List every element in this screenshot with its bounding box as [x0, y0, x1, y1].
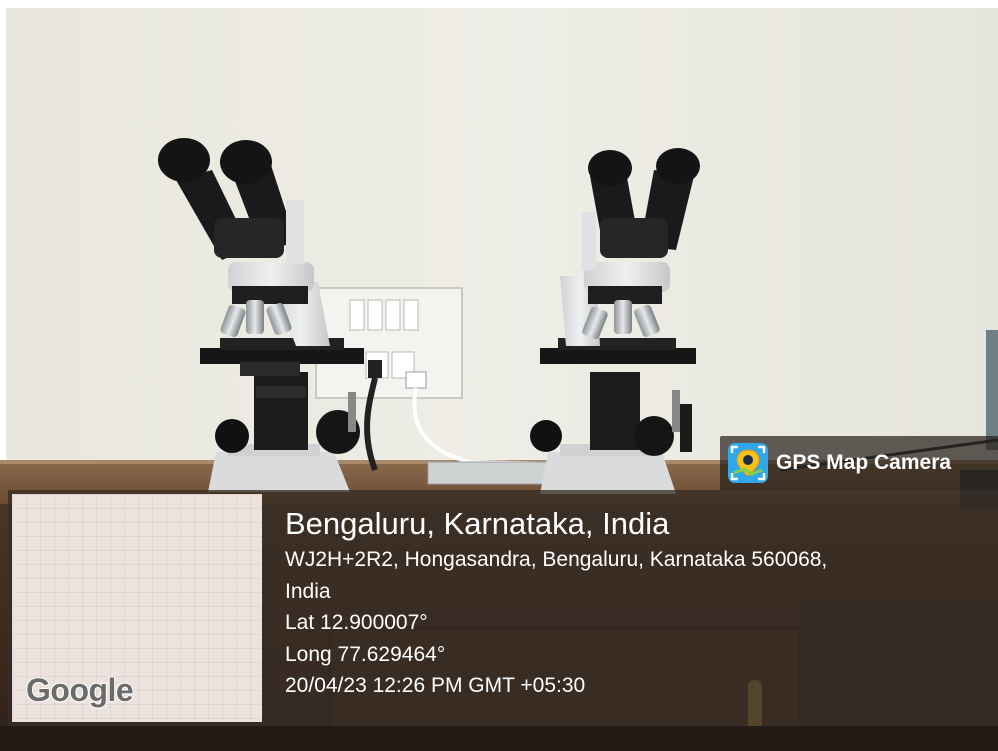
bottom-cabinet-strip [0, 726, 998, 751]
gps-map-camera-label: GPS Map Camera [776, 451, 952, 474]
gps-map-camera-badge: GPS Map Camera [720, 436, 998, 490]
location-title: Bengaluru, Karnataka, India [285, 506, 670, 541]
geotag-details: Bengaluru, Karnataka, India WJ2H+2R2, Ho… [285, 504, 827, 702]
address-line-2: India [285, 579, 331, 603]
latitude: Lat 12.900007° [285, 611, 428, 634]
geotag-panel: Google Bengaluru, Karnataka, India WJ2H+… [8, 490, 998, 726]
map-thumbnail: Google [12, 494, 262, 722]
datetime: 20/04/23 12:26 PM GMT +05:30 [285, 674, 586, 697]
longitude: Long 77.629464° [285, 642, 446, 666]
map-pin-camera-icon [728, 443, 768, 483]
google-logo: Google [25, 671, 135, 709]
address-line-1: WJ2H+2R2, Hongasandra, Bengaluru, Karnat… [285, 548, 828, 571]
photo-stage: GPS Map Camera Google Bengaluru, Karnata… [0, 0, 998, 751]
